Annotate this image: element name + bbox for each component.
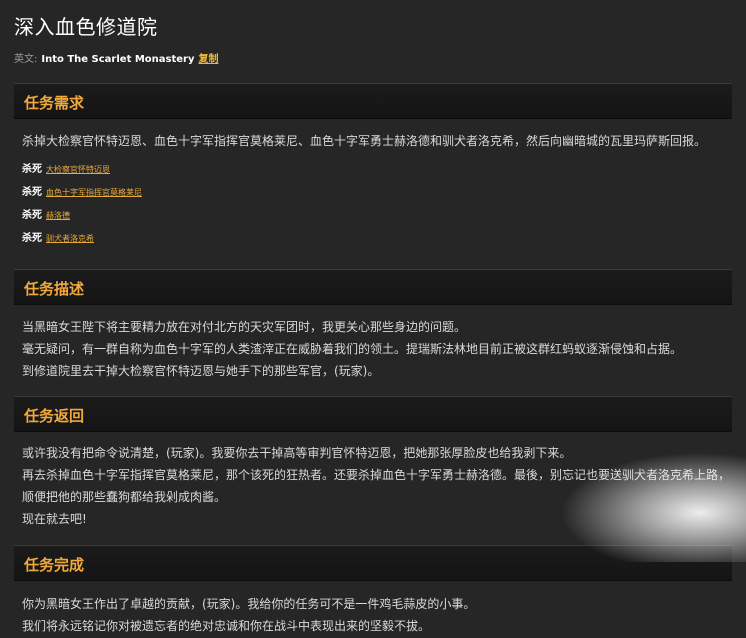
requirements-summary: 杀掉大检察官怀特迈恩、血色十字军指挥官莫格莱尼、血色十字军勇士赫洛德和驯犬者洛克… — [22, 134, 707, 148]
kill-objective: 杀死 血色十字军指挥官莫格莱尼 — [22, 183, 142, 198]
return-line: 再去杀掉血色十字军指挥官莫格莱尼，那个该死的狂热者。还要杀掉血色十字军勇士赫洛德… — [22, 468, 731, 482]
kill-target-link[interactable]: 驯犬者洛克希 — [46, 234, 94, 243]
kill-label: 杀死 — [22, 187, 42, 198]
section-title-complete: 任务完成 — [24, 556, 85, 574]
complete-line: 你为黑暗女王作出了卓越的贡献，(玩家)。我给你的任务可不是一件鸡毛蒜皮的小事。 — [22, 597, 476, 611]
description-line: 当黑暗女王陛下将主要精力放在对付北方的天灾军团时，我更关心那些身边的问题。 — [22, 320, 467, 334]
english-name-row: 英文: Into The Scarlet Monastery 复制 — [14, 50, 219, 65]
kill-objective: 杀死 赫洛德 — [22, 206, 70, 221]
kill-objective: 杀死 大检察官怀特迈恩 — [22, 160, 110, 175]
section-header-complete: 任务完成 — [14, 545, 732, 581]
return-line: 现在就去吧! — [22, 512, 87, 526]
kill-target-link[interactable]: 血色十字军指挥官莫格莱尼 — [46, 188, 142, 197]
description-line: 毫无疑问，有一群自称为血色十字军的人类渣滓正在威胁着我们的领土。提瑞斯法林地目前… — [22, 342, 683, 356]
return-line: 顺便把他的那些蠢狗都给我剁成肉酱。 — [22, 490, 227, 504]
kill-objective: 杀死 驯犬者洛克希 — [22, 229, 94, 244]
section-header-description: 任务描述 — [14, 269, 732, 305]
copy-link[interactable]: 复制 — [199, 54, 219, 65]
english-name: Into The Scarlet Monastery — [41, 54, 195, 65]
kill-label: 杀死 — [22, 164, 42, 175]
section-header-return: 任务返回 — [14, 396, 732, 432]
complete-line: 我们将永远铭记你对被遗忘者的绝对忠诚和你在战斗中表现出来的坚毅不拔。 — [22, 619, 431, 633]
description-line: 到修道院里去干掉大检察官怀特迈恩与她手下的那些军官，(玩家)。 — [22, 364, 380, 378]
kill-target-link[interactable]: 大检察官怀特迈恩 — [46, 165, 110, 174]
page-title: 深入血色修道院 — [14, 15, 158, 39]
kill-label: 杀死 — [22, 233, 42, 244]
kill-label: 杀死 — [22, 210, 42, 221]
section-title-requirements: 任务需求 — [24, 94, 85, 112]
section-header-requirements: 任务需求 — [14, 83, 732, 119]
return-line: 或许我没有把命令说清楚，(玩家)。我要你去干掉高等审判官怀特迈恩，把她那张厚脸皮… — [22, 446, 572, 460]
english-label: 英文: — [14, 54, 38, 65]
kill-target-link[interactable]: 赫洛德 — [46, 211, 70, 220]
section-title-return: 任务返回 — [24, 407, 85, 425]
section-title-description: 任务描述 — [24, 280, 85, 298]
